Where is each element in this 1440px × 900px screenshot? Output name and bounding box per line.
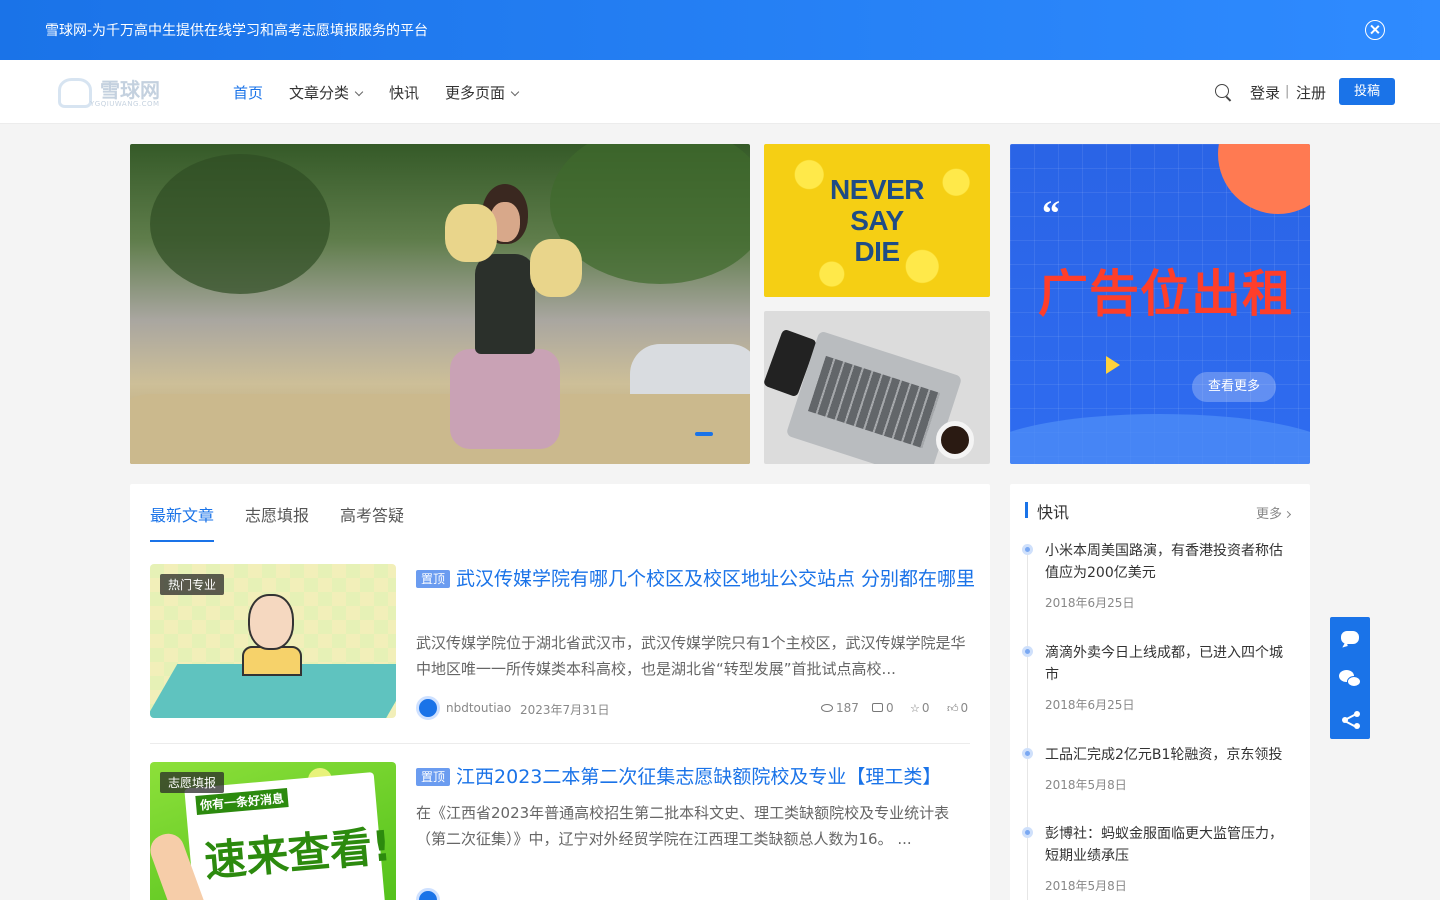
timeline-dot xyxy=(1022,827,1033,838)
favorites-count[interactable]: ☆ 0 xyxy=(910,701,930,715)
article-meta: nbdtoutiao 2023年7月31日 187 0 ☆ 0 👍︎ 0 xyxy=(416,696,970,720)
boxer-torso xyxy=(475,254,535,354)
floating-toolbar xyxy=(1330,617,1370,739)
hero-side-card-slogan[interactable]: NEVER SAY DIE xyxy=(764,144,990,297)
hero-side-card-laptop[interactable] xyxy=(764,311,990,464)
thumbs-up-icon: 👍︎ xyxy=(947,702,959,715)
nav-item-categories[interactable]: 文章分类 xyxy=(289,82,364,103)
pinned-badge: 置顶 xyxy=(416,768,451,786)
flash-date: 2018年5月8日 xyxy=(1045,879,1127,893)
chat-bubble-icon[interactable] xyxy=(1330,617,1370,657)
close-icon[interactable] xyxy=(1365,20,1385,40)
category-badge[interactable]: 热门专业 xyxy=(160,574,225,595)
announcement-bar: 雪球网-为千万高中生提供在线学习和高考志愿填报服务的平台 xyxy=(0,0,1440,60)
flash-text[interactable]: 小米本周美国路演，有香港投资者称估值应为200亿美元 xyxy=(1045,540,1295,584)
logo-text: 雪球网 xyxy=(100,78,160,102)
flash-text[interactable]: 彭博社：蚂蚁金服面临更大监管压力，短期业绩承压 xyxy=(1045,823,1295,867)
login-link[interactable]: 登录 xyxy=(1250,82,1280,103)
publish-date: 2023年7月31日 xyxy=(520,703,610,717)
article-title[interactable]: 置顶 武汉传媒学院有哪几个校区及校区地址公交站点 分别都在哪里 xyxy=(416,564,976,594)
nav-item-home[interactable]: 首页 xyxy=(233,82,263,103)
flash-text[interactable]: 工品汇完成2亿元B1轮融资，京东领投 xyxy=(1045,744,1295,766)
coffee-cup-image xyxy=(936,421,974,459)
ad-banner[interactable]: “ 广告位出租 查看更多 xyxy=(1010,144,1310,464)
nav-item-more-pages[interactable]: 更多页面 xyxy=(445,82,520,103)
quote-icon: “ xyxy=(1042,193,1060,233)
tab-latest[interactable]: 最新文章 xyxy=(150,502,214,526)
ad-view-more-button[interactable]: 查看更多 xyxy=(1192,372,1276,402)
tab-application[interactable]: 志愿填报 xyxy=(245,502,309,526)
timeline-dot xyxy=(1022,544,1033,555)
flash-date: 2018年6月25日 xyxy=(1045,698,1135,712)
flash-date: 2018年6月25日 xyxy=(1045,596,1135,610)
site-header: 雪球网 YGQIUWANG.COM 首页 文章分类 快讯 更多页面 登录 | 注… xyxy=(0,60,1440,124)
flash-date: 2018年5月8日 xyxy=(1045,778,1127,792)
boxing-glove xyxy=(530,239,582,297)
article-title[interactable]: 置顶 江西2023二本第二次征集志愿缺额院校及专业【理工类】 xyxy=(416,762,976,792)
timeline-dot xyxy=(1022,646,1033,657)
nav-item-flash[interactable]: 快讯 xyxy=(389,82,419,103)
chevron-down-icon xyxy=(510,87,520,97)
logo-subtext: YGQIUWANG.COM xyxy=(90,100,160,108)
comment-icon xyxy=(872,703,883,712)
article-list-panel: 最新文章 志愿填报 高考答疑 热门专业 置顶 武汉传媒学院有哪几个校区及校区地址公… xyxy=(130,484,990,900)
submit-article-button[interactable]: 投稿 xyxy=(1339,78,1395,105)
boxing-glove xyxy=(445,204,497,262)
views-count: 187 xyxy=(821,701,859,715)
article-thumbnail[interactable]: 你有一条好消息 速来查看! 志愿填报 xyxy=(150,762,396,900)
slogan-text: NEVER SAY DIE xyxy=(830,174,924,267)
share-link-line xyxy=(1345,713,1356,720)
article-meta xyxy=(416,888,970,900)
logo-mark-icon xyxy=(58,78,92,108)
active-tab-indicator xyxy=(150,540,214,542)
chat-bubble-shape xyxy=(1341,631,1359,644)
hero-carousel-slide[interactable] xyxy=(130,144,750,464)
timeline-line xyxy=(1027,546,1028,900)
flash-text[interactable]: 滴滴外卖今日上线成都，已进入四个城市 xyxy=(1045,642,1295,686)
carousel-indicator[interactable] xyxy=(695,432,713,436)
site-logo[interactable]: 雪球网 YGQIUWANG.COM xyxy=(58,74,173,112)
comments-count[interactable]: 0 xyxy=(872,701,894,715)
article-excerpt: 武汉传媒学院位于湖北省武汉市，武汉传媒学院只有1个主校区，武汉传媒学院是华中地区… xyxy=(416,634,966,678)
timeline-dot xyxy=(1022,748,1033,759)
illustration-girl-head xyxy=(248,594,294,650)
announcement-text: 雪球网-为千万高中生提供在线学习和高考志愿填报服务的平台 xyxy=(45,23,429,39)
article-excerpt: 在《江西省2023年普通高校招生第二批本科文史、理工类缺额院校及专业统计表（第二… xyxy=(416,804,950,848)
search-icon[interactable] xyxy=(1215,84,1229,98)
background-tree xyxy=(150,154,330,294)
tab-qa[interactable]: 高考答疑 xyxy=(340,502,404,526)
share-icon[interactable] xyxy=(1330,699,1370,739)
author-avatar[interactable] xyxy=(416,696,440,720)
article-item: 热门专业 置顶 武汉传媒学院有哪几个校区及校区地址公交站点 分别都在哪里 武汉传媒… xyxy=(150,564,975,744)
sidebar-more-link[interactable]: 更多 xyxy=(1256,503,1292,522)
article-item: 你有一条好消息 速来查看! 志愿填报 置顶 江西2023二本第二次征集志愿缺额院校… xyxy=(150,762,970,900)
login-register-separator: | xyxy=(1285,84,1290,99)
section-title-marker xyxy=(1025,502,1028,518)
ad-wave xyxy=(1010,414,1310,464)
category-badge[interactable]: 志愿填报 xyxy=(160,772,225,793)
ad-title: 广告位出租 xyxy=(1038,265,1293,323)
author-name[interactable]: nbdtoutiao xyxy=(446,701,511,715)
author-avatar[interactable] xyxy=(416,888,440,900)
eye-icon xyxy=(821,704,833,712)
register-link[interactable]: 注册 xyxy=(1296,82,1326,103)
flash-news-sidebar: 快讯 更多 小米本周美国路演，有香港投资者称估值应为200亿美元 2018年6月… xyxy=(1010,484,1310,900)
play-icon xyxy=(1106,356,1120,374)
illustration-girl-body xyxy=(242,646,302,676)
boxer-legs xyxy=(450,349,560,449)
boxer-figure xyxy=(430,184,582,449)
wechat-bubble-small xyxy=(1347,676,1361,687)
star-icon: ☆ xyxy=(910,702,920,715)
wechat-icon[interactable] xyxy=(1330,658,1370,698)
pinned-badge: 置顶 xyxy=(416,570,451,588)
sidebar-title: 快讯 xyxy=(1037,503,1070,522)
likes-count[interactable]: 👍︎ 0 xyxy=(947,701,968,715)
article-thumbnail[interactable]: 热门专业 xyxy=(150,564,396,718)
chevron-down-icon xyxy=(354,87,364,97)
chevron-right-icon xyxy=(1283,510,1292,519)
